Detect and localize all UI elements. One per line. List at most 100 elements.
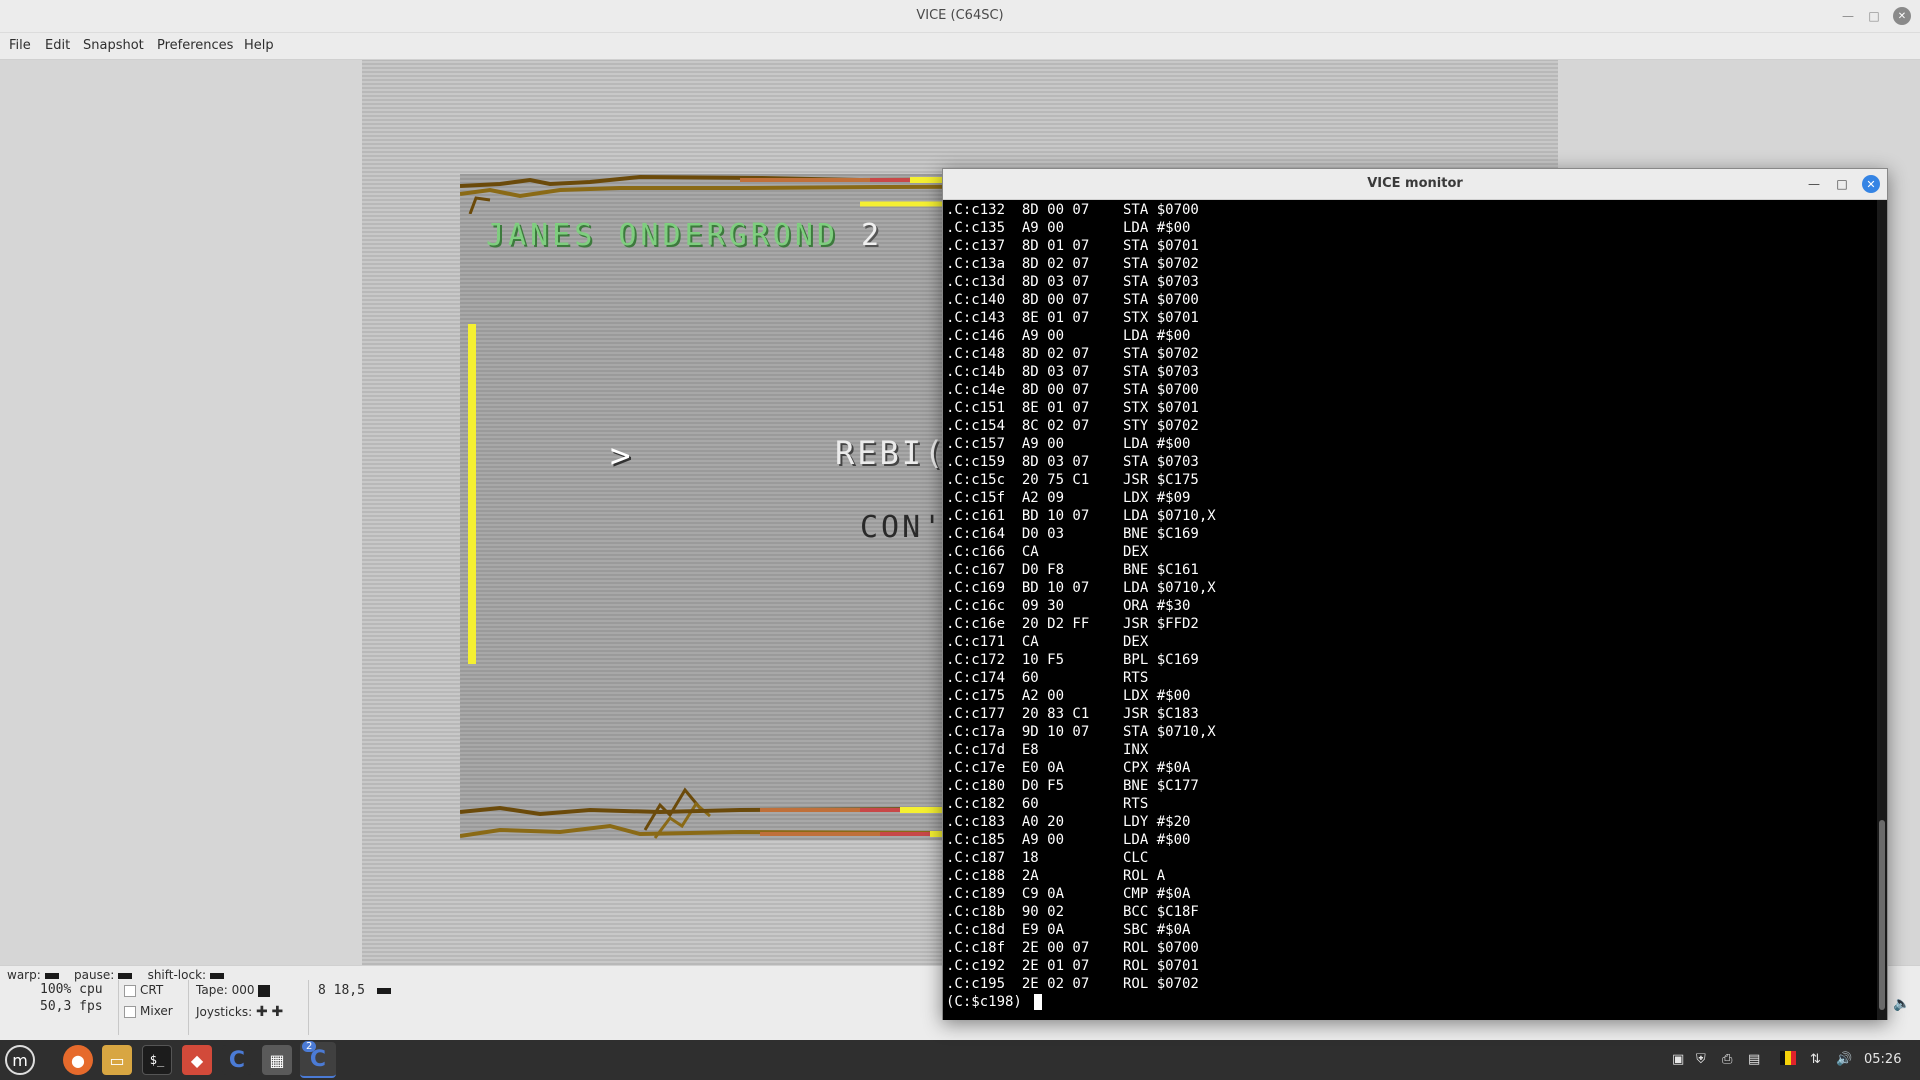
monitor-line: .C:c185 A9 00 LDA #$00 xyxy=(946,832,1191,848)
tape-counter: 000 xyxy=(231,983,255,997)
left-yellow-bar xyxy=(468,324,476,664)
desktop: VICE (C64SC) — □ ✕ File Edit Snapshot Pr… xyxy=(0,0,1920,1080)
monitor-line: .C:c175 A2 00 LDX #$00 xyxy=(946,688,1191,704)
monitor-line: .C:c146 A9 00 LDA #$00 xyxy=(946,328,1191,344)
menu-edit[interactable]: Edit xyxy=(45,38,70,53)
sd-card-icon[interactable]: ▤ xyxy=(1748,1052,1760,1067)
monitor-line: .C:c189 C9 0A CMP #$0A xyxy=(946,886,1191,902)
window-title: VICE (C64SC) xyxy=(916,8,1004,23)
crt-label: CRT xyxy=(140,983,164,997)
tape-status[interactable]: Tape: 000 xyxy=(196,983,271,997)
warp-label: warp: xyxy=(7,968,41,982)
monitor-line: .C:c183 A0 20 LDY #$20 xyxy=(946,814,1191,830)
keyboard-layout-flag-icon[interactable] xyxy=(1780,1051,1796,1065)
menu-snapshot[interactable]: Snapshot xyxy=(83,38,144,53)
monitor-line: .C:c187 18 CLC xyxy=(946,850,1149,866)
crt-checkbox-box[interactable] xyxy=(124,984,136,997)
app-icon[interactable]: ◆ xyxy=(182,1045,212,1075)
crt-checkbox[interactable]: CRT xyxy=(124,983,163,997)
pause-label: pause: xyxy=(74,968,115,982)
clipboard-icon[interactable]: ▣ xyxy=(1672,1052,1684,1067)
flag-red-stripe xyxy=(1790,1051,1796,1065)
monitor-line: .C:c17d E8 INX xyxy=(946,742,1149,758)
monitor-line: .C:c16e 20 D2 FF JSR $FFD2 xyxy=(946,616,1199,632)
volume-icon[interactable]: 🔈 xyxy=(1893,996,1910,1012)
shield-icon[interactable]: ⛨ xyxy=(1696,1052,1706,1067)
monitor-line: .C:c154 8C 02 07 STY $0702 xyxy=(946,418,1199,434)
c64-icon[interactable]: C xyxy=(222,1045,252,1075)
monitor-scrollbar[interactable] xyxy=(1877,200,1887,1020)
monitor-line: .C:c171 CA DEX xyxy=(946,634,1149,650)
monitor-minimize-icon[interactable]: — xyxy=(1805,175,1823,193)
monitor-close-icon[interactable]: ✕ xyxy=(1862,175,1880,193)
menu-file[interactable]: File xyxy=(9,38,31,53)
vice-window-count-badge: 2 xyxy=(302,1041,317,1052)
firefox-icon[interactable]: ● xyxy=(63,1045,93,1075)
calculator-icon[interactable]: ▦ xyxy=(262,1045,292,1075)
monitor-line: .C:c174 60 RTS xyxy=(946,670,1149,686)
monitor-line: .C:c18b 90 02 BCC $C18F xyxy=(946,904,1199,920)
network-icon[interactable]: ⇅ xyxy=(1810,1052,1821,1067)
shiftlock-led xyxy=(210,972,225,979)
monitor-line: .C:c159 8D 03 07 STA $0703 xyxy=(946,454,1199,470)
warp-led[interactable] xyxy=(44,972,59,979)
vice-monitor-window[interactable]: VICE monitor — □ ✕ .C:c132 8D 00 07 STA … xyxy=(942,168,1888,1020)
monitor-prompt-text: (C:$c198) xyxy=(946,994,1031,1010)
shiftlock-label: shift-lock: xyxy=(147,968,207,982)
drive-status[interactable]: 8 18,5 xyxy=(318,983,391,998)
pause-led[interactable] xyxy=(118,972,133,979)
sound-icon[interactable]: 🔊 xyxy=(1836,1052,1852,1067)
game-title: JANES ONDERGROND 2 xyxy=(486,218,883,253)
monitor-scrollbar-thumb[interactable] xyxy=(1879,820,1885,1010)
monitor-line: .C:c17a 9D 10 07 STA $0710,X xyxy=(946,724,1216,740)
monitor-line: .C:c143 8E 01 07 STX $0701 xyxy=(946,310,1199,326)
files-icon[interactable]: ▭ xyxy=(102,1045,132,1075)
monitor-title: VICE monitor xyxy=(1367,176,1463,191)
monitor-line: .C:c195 2E 02 07 ROL $0702 xyxy=(946,976,1199,992)
game-title-text: JANES ONDERGROND xyxy=(486,218,839,253)
monitor-line: .C:c16c 09 30 ORA #$30 xyxy=(946,598,1191,614)
mixer-label: Mixer xyxy=(140,1004,173,1018)
monitor-line: .C:c13a 8D 02 07 STA $0702 xyxy=(946,256,1199,272)
game-menu-option-2: CON' xyxy=(860,510,945,545)
joysticks-label: Joysticks: xyxy=(196,1005,253,1019)
monitor-output[interactable]: .C:c132 8D 00 07 STA $0700 .C:c135 A9 00 … xyxy=(943,200,1877,1020)
joystick-1-icon: ✚ xyxy=(255,1004,268,1020)
menu-selector-arrow: > xyxy=(610,436,631,476)
status-leds: warp: pause: shift-lock: xyxy=(7,968,225,982)
monitor-line: .C:c13d 8D 03 07 STA $0703 xyxy=(946,274,1199,290)
monitor-line: .C:c182 60 RTS xyxy=(946,796,1149,812)
menu-preferences[interactable]: Preferences xyxy=(157,38,233,53)
window-titlebar[interactable]: VICE (C64SC) — □ ✕ xyxy=(0,0,1920,33)
monitor-line: .C:c132 8D 00 07 STA $0700 xyxy=(946,202,1199,218)
monitor-line: .C:c14b 8D 03 07 STA $0703 xyxy=(946,364,1199,380)
menu-icon[interactable]: m xyxy=(5,1045,35,1075)
mixer-checkbox[interactable]: Mixer xyxy=(124,1004,173,1018)
monitor-line: .C:c157 A9 00 LDA #$00 xyxy=(946,436,1191,452)
minimize-icon[interactable]: — xyxy=(1840,8,1856,24)
monitor-titlebar[interactable]: VICE monitor — □ ✕ xyxy=(943,169,1887,200)
monitor-line: .C:c14e 8D 00 07 STA $0700 xyxy=(946,382,1199,398)
monitor-line: .C:c169 BD 10 07 LDA $0710,X xyxy=(946,580,1216,596)
monitor-line: .C:c18f 2E 00 07 ROL $0700 xyxy=(946,940,1199,956)
tape-label: Tape: xyxy=(196,983,228,997)
menu-help[interactable]: Help xyxy=(244,38,274,53)
monitor-line: .C:c166 CA DEX xyxy=(946,544,1149,560)
joystick-2-icon: ✚ xyxy=(271,1004,284,1020)
monitor-line: .C:c17e E0 0A CPX #$0A xyxy=(946,760,1191,776)
monitor-line: .C:c161 BD 10 07 LDA $0710,X xyxy=(946,508,1216,524)
terminal-icon[interactable]: $_ xyxy=(142,1045,172,1075)
monitor-line: .C:c18d E9 0A SBC #$0A xyxy=(946,922,1191,938)
printer-icon[interactable]: ⎙ xyxy=(1722,1052,1732,1067)
mixer-checkbox-box[interactable] xyxy=(124,1005,136,1018)
clock[interactable]: 05:26 xyxy=(1864,1052,1901,1067)
fps-readout: 50,3 fps xyxy=(40,999,103,1014)
status-divider xyxy=(188,980,189,1035)
monitor-maximize-icon[interactable]: □ xyxy=(1833,175,1851,193)
monitor-prompt[interactable]: (C:$c198) xyxy=(946,994,1043,1012)
close-icon[interactable]: ✕ xyxy=(1893,7,1911,25)
monitor-line: .C:c177 20 83 C1 JSR $C183 xyxy=(946,706,1199,722)
joysticks-status[interactable]: Joysticks: ✚ ✚ xyxy=(196,1004,283,1020)
maximize-icon[interactable]: □ xyxy=(1866,8,1882,24)
drive-track: 8 18,5 xyxy=(318,983,365,998)
